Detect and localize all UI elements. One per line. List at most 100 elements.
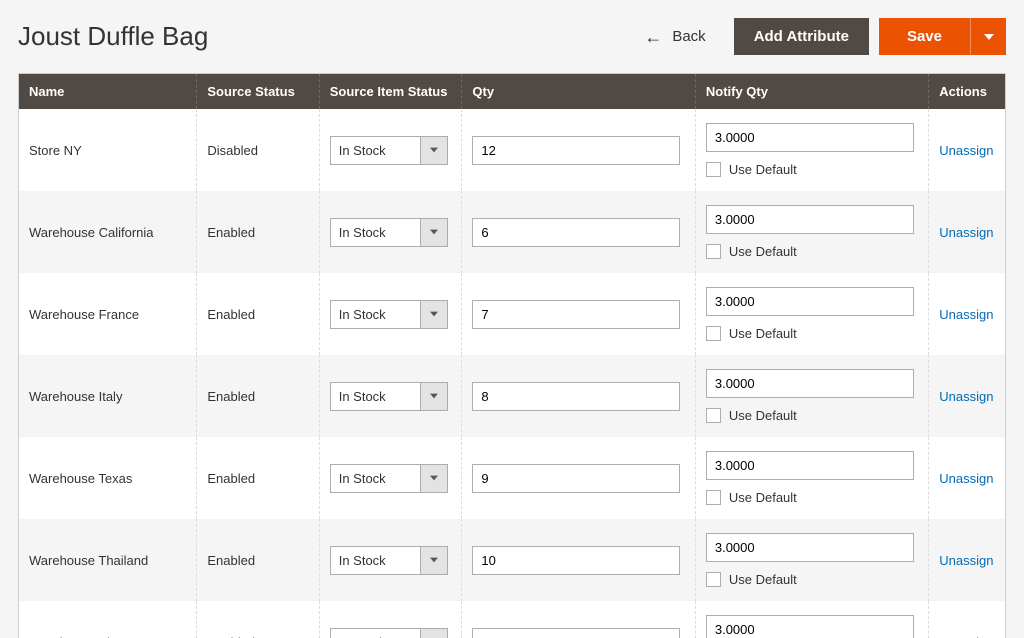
notify-qty-input[interactable] — [706, 615, 914, 638]
use-default-checkbox[interactable] — [706, 572, 721, 587]
cell-actions: Unassign — [929, 191, 1006, 273]
qty-input[interactable] — [472, 300, 680, 329]
cell-notify: Use Default — [695, 191, 928, 273]
use-default-checkbox[interactable] — [706, 162, 721, 177]
cell-actions: Unassign — [929, 273, 1006, 355]
cell-source-item-status: In Stock — [319, 437, 462, 519]
notify-qty-input[interactable] — [706, 123, 914, 152]
save-button[interactable]: Save — [879, 18, 970, 55]
use-default-row: Use Default — [706, 326, 918, 341]
notify-qty-input[interactable] — [706, 287, 914, 316]
cell-source-status: Disabled — [197, 109, 319, 191]
cell-notify: Use Default — [695, 519, 928, 601]
use-default-row: Use Default — [706, 162, 918, 177]
item-status-value: In Stock — [330, 546, 420, 575]
item-status-value: In Stock — [330, 136, 420, 165]
page-title: Joust Duffle Bag — [18, 21, 626, 52]
chevron-down-icon — [420, 218, 448, 247]
cell-name: Store NY — [19, 109, 197, 191]
chevron-down-icon — [420, 464, 448, 493]
qty-input[interactable] — [472, 464, 680, 493]
unassign-link[interactable]: Unassign — [939, 307, 993, 322]
use-default-row: Use Default — [706, 490, 918, 505]
back-button[interactable]: ← Back — [626, 28, 723, 46]
qty-input[interactable] — [472, 628, 680, 638]
use-default-checkbox[interactable] — [706, 244, 721, 259]
cell-source-item-status: In Stock — [319, 519, 462, 601]
cell-source-status: Enabled — [197, 437, 319, 519]
cell-actions: Unassign — [929, 355, 1006, 437]
cell-qty — [462, 273, 695, 355]
chevron-down-icon — [420, 628, 448, 638]
cell-qty — [462, 355, 695, 437]
chevron-down-icon — [420, 546, 448, 575]
cell-name: Warehouse Vietnam — [19, 601, 197, 638]
cell-qty — [462, 519, 695, 601]
col-header-qty: Qty — [462, 74, 695, 110]
item-status-select[interactable]: In Stock — [330, 300, 448, 329]
col-header-actions: Actions — [929, 74, 1006, 110]
item-status-select[interactable]: In Stock — [330, 546, 448, 575]
cell-notify: Use Default — [695, 437, 928, 519]
item-status-select[interactable]: In Stock — [330, 218, 448, 247]
notify-qty-input[interactable] — [706, 533, 914, 562]
use-default-label: Use Default — [729, 244, 797, 259]
qty-input[interactable] — [472, 382, 680, 411]
col-header-source-item-status: Source Item Status — [319, 74, 462, 110]
col-header-notify-qty: Notify Qty — [695, 74, 928, 110]
cell-name: Warehouse Texas — [19, 437, 197, 519]
item-status-select[interactable]: In Stock — [330, 628, 448, 638]
table-row: Warehouse ThailandEnabled In Stock Use Def… — [19, 519, 1006, 601]
item-status-value: In Stock — [330, 628, 420, 638]
use-default-label: Use Default — [729, 572, 797, 587]
unassign-link[interactable]: Unassign — [939, 389, 993, 404]
unassign-link[interactable]: Unassign — [939, 225, 993, 240]
chevron-down-icon — [420, 300, 448, 329]
notify-qty-input[interactable] — [706, 451, 914, 480]
cell-source-item-status: In Stock — [319, 601, 462, 638]
cell-source-item-status: In Stock — [319, 191, 462, 273]
table-row: Warehouse FranceEnabledIn StockUse Defau… — [19, 273, 1006, 355]
unassign-link[interactable]: Unassign — [939, 553, 993, 568]
unassign-link[interactable]: Unassign — [939, 635, 993, 638]
cell-name: Warehouse California — [19, 191, 197, 273]
cell-source-item-status: In Stock — [319, 109, 462, 191]
item-status-value: In Stock — [330, 300, 420, 329]
cell-actions: Unassign — [929, 109, 1006, 191]
save-button-group: Save — [879, 18, 1006, 55]
table-row: Warehouse ItalyEnabledIn StockUse Defaul… — [19, 355, 1006, 437]
cell-notify: Use Default — [695, 273, 928, 355]
table-row: Warehouse CaliforniaEnabledIn StockUse D… — [19, 191, 1006, 273]
cell-source-status: Enabled — [197, 601, 319, 638]
cell-actions: Unassign — [929, 601, 1006, 638]
item-status-value: In Stock — [330, 382, 420, 411]
qty-input[interactable] — [472, 136, 680, 165]
cell-name: Warehouse Thailand — [19, 519, 197, 601]
item-status-select[interactable]: In Stock — [330, 136, 448, 165]
notify-qty-input[interactable] — [706, 205, 914, 234]
item-status-value: In Stock — [330, 218, 420, 247]
sources-table: Name Source Status Source Item Status Qt… — [18, 73, 1006, 638]
cell-source-status: Enabled — [197, 519, 319, 601]
unassign-link[interactable]: Unassign — [939, 143, 993, 158]
use-default-checkbox[interactable] — [706, 408, 721, 423]
item-status-select[interactable]: In Stock — [330, 382, 448, 411]
unassign-link[interactable]: Unassign — [939, 471, 993, 486]
qty-input[interactable] — [472, 218, 680, 247]
use-default-row: Use Default — [706, 244, 918, 259]
cell-notify: Use Default — [695, 109, 928, 191]
back-label: Back — [672, 28, 705, 45]
use-default-checkbox[interactable] — [706, 326, 721, 341]
chevron-down-icon — [420, 136, 448, 165]
save-dropdown-button[interactable] — [970, 18, 1006, 55]
add-attribute-button[interactable]: Add Attribute — [734, 18, 869, 55]
use-default-checkbox[interactable] — [706, 490, 721, 505]
notify-qty-input[interactable] — [706, 369, 914, 398]
cell-name: Warehouse Italy — [19, 355, 197, 437]
cell-qty — [462, 601, 695, 638]
use-default-label: Use Default — [729, 408, 797, 423]
item-status-select[interactable]: In Stock — [330, 464, 448, 493]
cell-source-item-status: In Stock — [319, 355, 462, 437]
cell-source-status: Enabled — [197, 273, 319, 355]
qty-input[interactable] — [472, 546, 680, 575]
